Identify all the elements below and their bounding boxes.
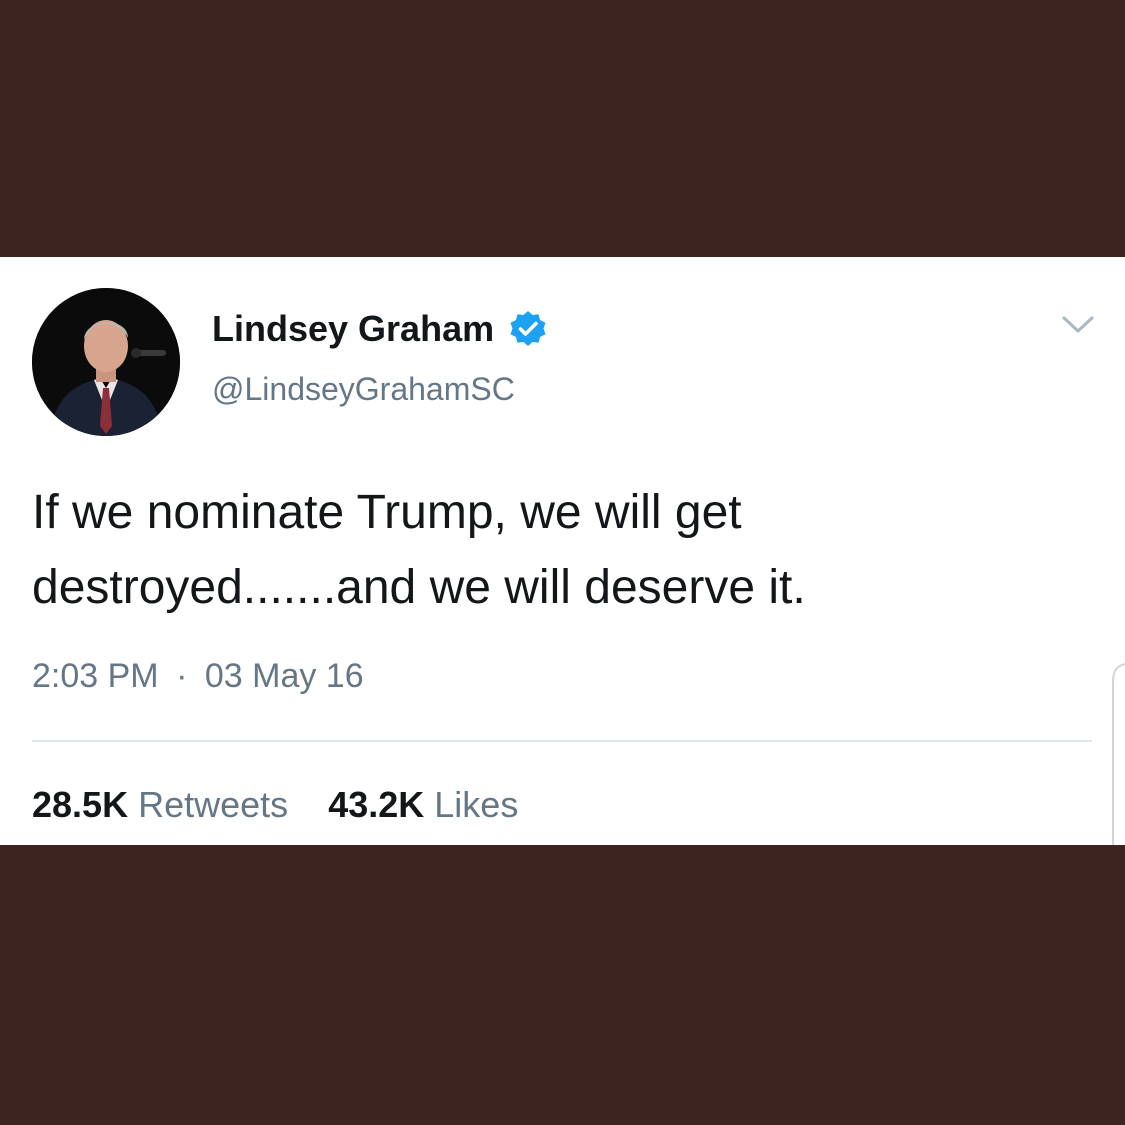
like-label: Likes <box>434 784 519 825</box>
divider <box>32 740 1092 742</box>
tweet-text-line-2: destroyed.......and we will deserve it. <box>32 561 806 614</box>
timestamp-separator: · <box>176 657 188 695</box>
retweet-label: Retweets <box>138 784 289 825</box>
author-handle[interactable]: @LindseyGrahamSC <box>212 371 515 408</box>
author-display-name[interactable]: Lindsey Graham <box>212 308 494 350</box>
likes-stat[interactable]: 43.2K Likes <box>328 784 518 825</box>
image-frame: Lindsey Graham @LindseyGrahamSC If we no… <box>0 0 1125 1125</box>
tweet-timestamp[interactable]: 2:03 PM · 03 May 16 <box>32 657 364 696</box>
tweet-text: If we nominate Trump, we will get destro… <box>32 475 1092 625</box>
profile-photo <box>32 288 180 436</box>
author-display-name-row[interactable]: Lindsey Graham <box>212 308 548 350</box>
tweet-card: Lindsey Graham @LindseyGrahamSC If we no… <box>0 257 1125 845</box>
tweet-time: 2:03 PM <box>32 657 159 695</box>
tweet-stats: 28.5K Retweets 43.2K Likes <box>32 784 548 826</box>
verified-badge-icon <box>510 311 546 346</box>
tweet-date: 03 May 16 <box>204 657 364 695</box>
chevron-down-icon[interactable] <box>1060 313 1096 337</box>
avatar[interactable] <box>32 288 180 436</box>
retweets-stat[interactable]: 28.5K Retweets <box>32 784 298 825</box>
retweet-count: 28.5K <box>32 784 129 825</box>
edge-border-artifact <box>1112 663 1125 845</box>
like-count: 43.2K <box>328 784 425 825</box>
tweet-text-line-1: If we nominate Trump, we will get <box>32 486 742 539</box>
